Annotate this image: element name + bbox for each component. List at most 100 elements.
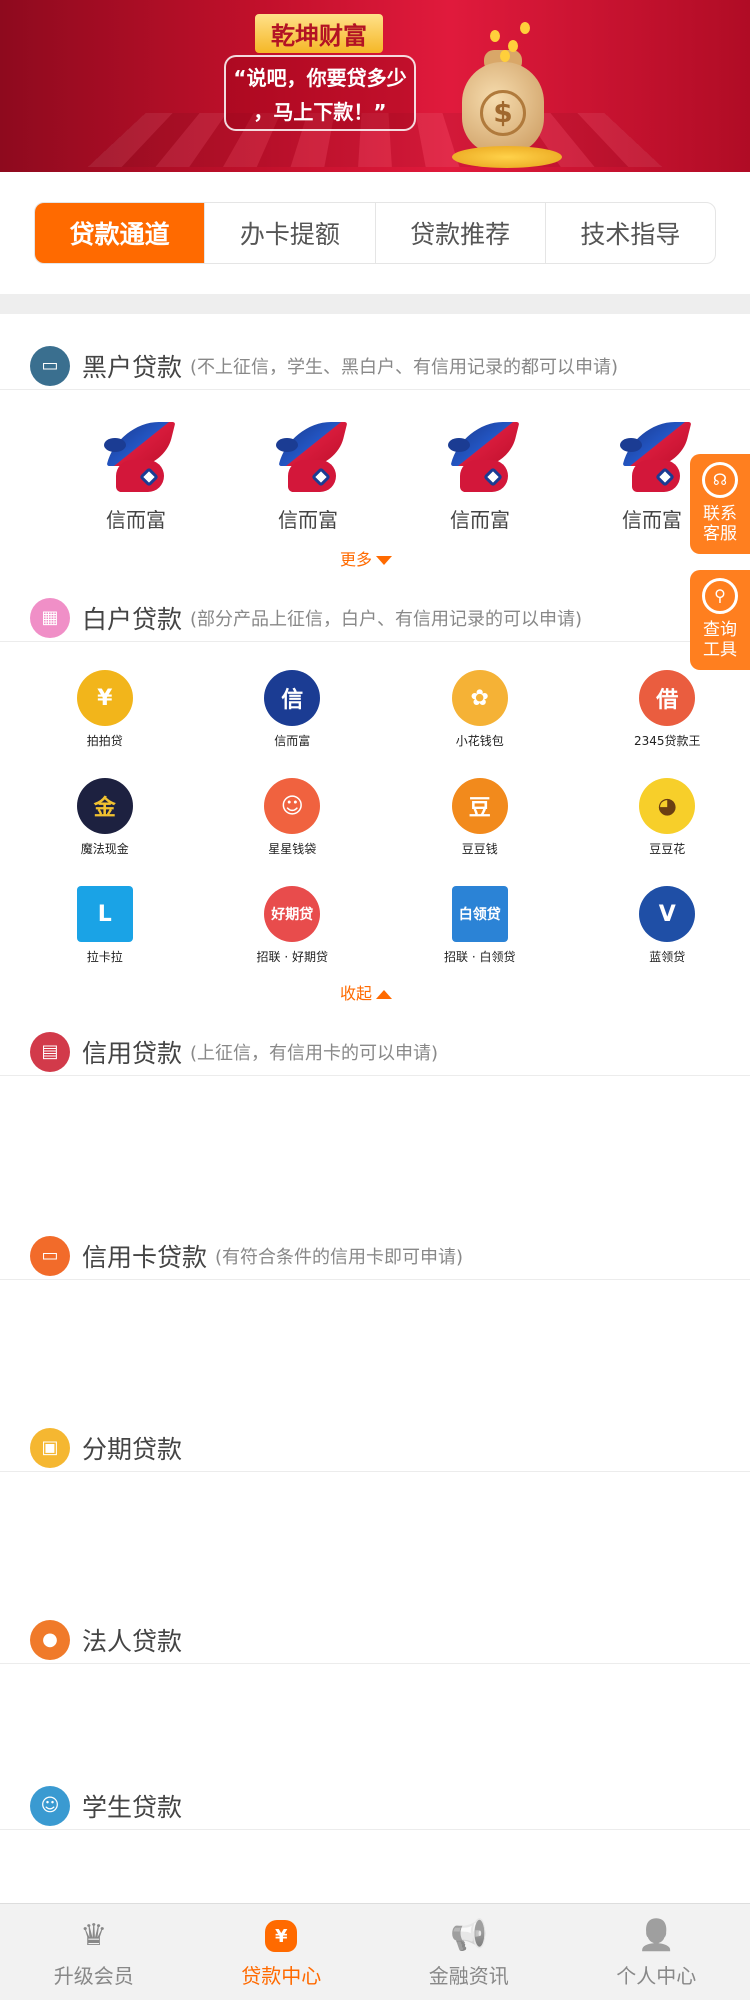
- product-label: 星星钱袋: [210, 840, 376, 857]
- section-faren-header: ● 法人贷款: [0, 1616, 750, 1664]
- product-label: 招联 · 好期贷: [210, 948, 376, 965]
- headset-icon: ☊: [702, 462, 738, 498]
- product-item[interactable]: 借 2345贷款王: [585, 670, 750, 778]
- product-item[interactable]: 好期贷 招联 · 好期贷: [210, 886, 376, 994]
- product-item[interactable]: 信而富: [222, 420, 394, 533]
- product-label: 招联 · 白领贷: [397, 948, 563, 965]
- lakala-logo-icon: L: [77, 886, 133, 942]
- product-item[interactable]: V 蓝领贷: [585, 886, 750, 994]
- nav-label: 升级会员: [0, 1960, 188, 1989]
- query-label-1: 查询: [690, 620, 750, 640]
- product-item[interactable]: 金 魔法现金: [22, 778, 188, 886]
- lanlingdai-logo-icon: V: [639, 886, 695, 942]
- section-fenqi-header: ▣ 分期贷款: [0, 1424, 750, 1472]
- student-avatar-icon: ☺: [30, 1786, 70, 1826]
- product-item[interactable]: 豆 豆豆钱: [397, 778, 563, 886]
- coin-icon: [490, 30, 500, 42]
- product-label: 蓝领贷: [585, 948, 750, 965]
- tab-tech-guide[interactable]: 技术指导: [546, 203, 715, 263]
- money-bag-glyph: ¥: [265, 1920, 297, 1952]
- query-label-2: 工具: [690, 640, 750, 660]
- credit-card-icon: ▭: [30, 1236, 70, 1276]
- section-title: 信用卡贷款: [82, 1238, 207, 1274]
- doudouqian-logo-icon: 豆: [452, 778, 508, 834]
- coin-icon: [520, 22, 530, 34]
- product-row: 金 魔法现金 ☺ 星星钱袋 豆 豆豆钱 ◕ 豆豆花: [0, 778, 750, 886]
- section-note: (有符合条件的信用卡即可申请): [215, 1243, 463, 1269]
- product-item[interactable]: 白领贷 招联 · 白领贷: [397, 886, 563, 994]
- baihu-product-grid: ¥ 拍拍贷 信 信而富 ✿ 小花钱包 借 2345贷款王 金 魔法现金 ☺ 星星…: [0, 670, 750, 994]
- query-tools-button[interactable]: ⚲ 查询 工具: [690, 570, 750, 670]
- banner-slogan: “说吧，你要贷多少 ，马上下款！”: [224, 55, 416, 131]
- product-item[interactable]: L 拉卡拉: [22, 886, 188, 994]
- product-label: 魔法现金: [22, 840, 188, 857]
- haoqidai-logo-icon: 好期贷: [264, 886, 320, 942]
- section-xinyong-header: ▤ 信用贷款 (上征信，有信用卡的可以申请): [0, 1028, 750, 1076]
- section-baihu-header: ▦ 白户贷款 (部分产品上征信，白户、有信用记录的可以申请): [0, 594, 750, 642]
- grid-hand-icon: ▦: [30, 598, 70, 638]
- xinerfu-logo-icon: [274, 420, 342, 494]
- banner-brand: 乾坤财富: [255, 14, 383, 53]
- heihu-product-row: 信而富 信而富 信而富 信而富: [0, 420, 750, 533]
- tab-loan-channel[interactable]: 贷款通道: [35, 203, 205, 263]
- product-label: 豆豆花: [585, 840, 750, 857]
- hero-banner[interactable]: 乾坤财富 “说吧，你要贷多少 ，马上下款！” $: [0, 0, 750, 172]
- nav-finance-news[interactable]: 📢 金融资讯: [375, 1904, 563, 2000]
- nav-label: 金融资讯: [375, 1960, 563, 1989]
- product-item[interactable]: ◕ 豆豆花: [585, 778, 750, 886]
- xinerfu-logo-icon: [102, 420, 170, 494]
- product-label: 2345贷款王: [585, 732, 750, 749]
- product-label: 拉卡拉: [22, 948, 188, 965]
- bailingdai-logo-icon: 白领贷: [452, 886, 508, 942]
- section-heihu-header: ▭ 黑户贷款 (不上征信，学生、黑白户、有信用记录的都可以申请): [0, 342, 750, 390]
- more-link[interactable]: 更多: [340, 546, 392, 570]
- product-row: ¥ 拍拍贷 信 信而富 ✿ 小花钱包 借 2345贷款王: [0, 670, 750, 778]
- coins-pile-icon: [452, 146, 562, 168]
- product-item[interactable]: ¥ 拍拍贷: [22, 670, 188, 778]
- search-icon: ⚲: [702, 578, 738, 614]
- tab-card-limit[interactable]: 办卡提额: [205, 203, 375, 263]
- section-title: 黑户贷款: [82, 348, 182, 384]
- product-item[interactable]: 信而富: [50, 420, 222, 533]
- paipaidai-logo-icon: ¥: [77, 670, 133, 726]
- service-label-1: 联系: [690, 504, 750, 524]
- product-label: 信而富: [394, 504, 566, 533]
- section-title: 信用贷款: [82, 1034, 182, 1070]
- category-tabs: 贷款通道 办卡提额 贷款推荐 技术指导: [34, 202, 716, 264]
- section-title: 学生贷款: [82, 1788, 182, 1824]
- collapse-link[interactable]: 收起: [340, 980, 392, 1004]
- money-bag-icon: ¥: [261, 1918, 301, 1954]
- banner-slogan-line1: “说吧，你要贷多少: [226, 61, 414, 95]
- product-label: 信而富: [222, 504, 394, 533]
- xingxing-wallet-logo-icon: ☺: [264, 778, 320, 834]
- product-item[interactable]: 信而富: [394, 420, 566, 533]
- product-item[interactable]: 信 信而富: [210, 670, 376, 778]
- nav-label: 贷款中心: [188, 1960, 376, 1989]
- nav-upgrade-member[interactable]: ♛ 升级会员: [0, 1904, 188, 2000]
- nav-label: 个人中心: [563, 1960, 750, 1989]
- xinerfu-logo-icon: 信: [264, 670, 320, 726]
- section-note: (不上征信，学生、黑白户、有信用记录的都可以申请): [190, 353, 618, 379]
- xinerfu-logo-icon: [446, 420, 514, 494]
- collapse-label: 收起: [340, 984, 372, 1003]
- product-label: 信而富: [50, 504, 222, 533]
- nav-personal-center[interactable]: 👤 个人中心: [563, 1904, 750, 2000]
- tab-loan-recommend[interactable]: 贷款推荐: [376, 203, 546, 263]
- product-label: 小花钱包: [397, 732, 563, 749]
- section-xinyongka-header: ▭ 信用卡贷款 (有符合条件的信用卡即可申请): [0, 1232, 750, 1280]
- cash-icon: ▭: [30, 346, 70, 386]
- monitor-icon: ▣: [30, 1428, 70, 1468]
- megaphone-icon: 📢: [449, 1918, 489, 1954]
- product-item[interactable]: ☺ 星星钱袋: [210, 778, 376, 886]
- dollar-icon: $: [480, 90, 526, 136]
- xiaohua-wallet-logo-icon: ✿: [452, 670, 508, 726]
- section-title: 法人贷款: [82, 1622, 182, 1658]
- product-item[interactable]: ✿ 小花钱包: [397, 670, 563, 778]
- contact-service-button[interactable]: ☊ 联系 客服: [690, 454, 750, 554]
- nav-loan-center[interactable]: ¥ 贷款中心: [188, 1904, 376, 2000]
- doudouhua-logo-icon: ◕: [639, 778, 695, 834]
- banner-slogan-line2: ，马上下款！”: [226, 95, 414, 129]
- section-note: (部分产品上征信，白户、有信用记录的可以申请): [190, 605, 582, 631]
- section-title: 白户贷款: [82, 600, 182, 636]
- caret-down-icon: [376, 556, 392, 565]
